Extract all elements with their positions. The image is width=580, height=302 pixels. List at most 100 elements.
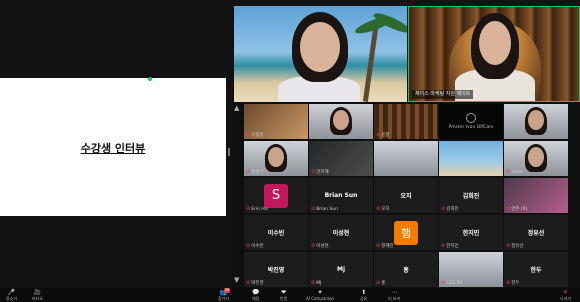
split-resize-handle[interactable] <box>228 148 230 156</box>
mic-muted-icon: ⊘ <box>246 169 251 175</box>
mic-muted-icon: ⊘ <box>506 280 511 286</box>
more-button[interactable]: ⋯ 더 보기 <box>388 289 400 301</box>
participant-count-badge: 39 <box>224 288 231 293</box>
mic-muted-icon: ⊘ <box>376 132 381 138</box>
participant-tile[interactable]: 한지민 ⊘ 한지민 <box>439 215 503 250</box>
ai-companion-icon: ✦ <box>317 289 323 296</box>
participant-tile[interactable] <box>374 141 438 176</box>
participant-face <box>528 110 544 130</box>
participant-name: 한두 <box>511 281 520 286</box>
speaker-tile-2-active[interactable]: 체이스 마케팅 지원 에이트 <box>408 6 580 102</box>
participant-label: ⊘ 박진영 <box>246 280 264 286</box>
leave-button[interactable]: ✕ 나가기 <box>560 289 571 301</box>
mute-label: 음소거 <box>6 296 18 301</box>
share-button[interactable]: ⬆ 공유 <box>360 289 367 301</box>
speaker-tile-1[interactable] <box>234 6 407 102</box>
participant-video <box>374 141 438 176</box>
participant-name-center: Brian Sun <box>324 192 358 199</box>
participant-tile[interactable]: S ⊘ Erin Ha <box>244 178 308 213</box>
participant-tile[interactable]: Mj ⊘ MJ <box>309 252 373 287</box>
participant-tile[interactable]: ⊘ esise <box>504 141 568 176</box>
participant-name-center: 홍 <box>403 267 409 274</box>
slide-title: 수강생 인터뷰 <box>80 142 146 155</box>
participant-name: 이성현 <box>316 244 329 249</box>
leave-icon: ✕ <box>563 289 569 296</box>
participant-avatar: S <box>264 183 288 208</box>
participant-label: ⊘ 한지민 <box>441 243 459 249</box>
participant-name-center: 김희진 <box>462 193 480 200</box>
participant-label: ⊘ 오지 <box>376 206 389 212</box>
participant-tile[interactable]: ⊘ 정성서 <box>244 141 308 176</box>
react-button[interactable]: ❤ 반응 <box>280 289 287 301</box>
participant-label: ⊘ 윤정 <box>376 132 389 138</box>
gallery-page-down-icon[interactable]: ▼ <box>234 276 239 284</box>
logo-icon <box>466 113 476 123</box>
participant-name: 박진영 <box>251 281 264 286</box>
gallery-page-up-icon[interactable]: ▲ <box>234 104 239 112</box>
participant-tile[interactable] <box>309 104 373 139</box>
participant-name: 이수빈 <box>251 244 264 249</box>
participant-tile[interactable]: 홍 ⊘ 홍 <box>374 252 438 287</box>
mic-muted-icon: ⊘ <box>246 132 251 138</box>
mic-muted-icon: ⊘ <box>311 243 316 249</box>
participant-tile[interactable]: Pmster Ivan ORCam <box>439 104 503 139</box>
participant-name: 정성서 <box>251 170 264 175</box>
participant-tile[interactable]: 박진영 ⊘ 박진영 <box>244 252 308 287</box>
participant-gallery: ⊘ 아침엉 ⊘ 윤정 Pmster Ivan ORCam ⊘ 정성서 ⊘ 안지혜 ⊘ esise S ⊘… <box>234 104 570 288</box>
participant-face <box>333 110 349 130</box>
mute-button[interactable]: 🎤 음소거 <box>6 289 17 301</box>
participant-tile[interactable]: 김희진 ⊘ 김희진 <box>439 178 503 213</box>
mic-muted-icon: ⊘ <box>246 243 251 249</box>
mic-muted-icon: ⊘ <box>311 169 316 175</box>
participant-label: ⊘ 홍 <box>376 280 385 286</box>
mic-muted-icon: ⊘ <box>506 206 511 212</box>
participant-tile[interactable]: ⊘ 연주 (R) <box>504 178 568 213</box>
shared-screen: 수강생 인터뷰 <box>0 6 232 288</box>
participant-label: ⊘ 이성현 <box>311 243 329 249</box>
participant-tile[interactable]: 이성현 ⊘ 이성현 <box>309 215 373 250</box>
participant-tile[interactable]: 이수빈 ⊘ 이수빈 <box>244 215 308 250</box>
shared-slide: 수강생 인터뷰 <box>0 78 226 216</box>
participant-tile[interactable]: 햄 ⊘ 정혜진 <box>374 215 438 250</box>
participant-tile[interactable]: ⊘ 아침엉 <box>244 104 308 139</box>
participant-name: Brian Sun <box>316 206 338 212</box>
participant-tile[interactable]: Brian Sun ⊘ Brian Sun <box>309 178 373 213</box>
participant-tile[interactable] <box>504 104 568 139</box>
participant-tile[interactable]: 정유선 ⊘ 정유선 <box>504 215 568 250</box>
react-label: 반응 <box>280 296 288 301</box>
participant-tile[interactable]: ⊘ 안지혜 <box>309 141 373 176</box>
video-button[interactable]: 🎥 비디오 <box>32 289 43 301</box>
mic-muted-icon: ⊘ <box>506 169 511 175</box>
participant-tile[interactable]: 한두 ⊘ 한두 <box>504 252 568 287</box>
participant-name: 한지민 <box>446 244 459 249</box>
participant-name-center: Mj <box>336 266 346 273</box>
participant-label: ⊘ 연주 (R) <box>506 206 528 212</box>
leave-label: 나가기 <box>560 296 572 301</box>
participant-avatar: 햄 <box>394 220 418 245</box>
react-icon: ❤ <box>281 289 287 296</box>
mic-muted-icon: ⊘ <box>311 206 316 212</box>
participants-button[interactable]: 👥 참가자 39 <box>218 288 231 301</box>
participant-name: 홍 <box>381 281 386 286</box>
mic-muted-icon: ⊘ <box>376 243 381 249</box>
participant-tile[interactable] <box>439 141 503 176</box>
participant-tile[interactable]: ⊘ LCG 04 <box>439 252 503 287</box>
more-icon: ⋯ <box>391 289 398 296</box>
chat-icon: 💬 <box>252 289 260 296</box>
mic-muted-icon: ⊘ <box>441 280 446 286</box>
participant-tile[interactable]: ⊘ 윤정 <box>374 104 438 139</box>
share-indicator-dot <box>148 77 152 81</box>
participant-name-center: 이수빈 <box>267 230 285 237</box>
participant-tile[interactable]: 오지 ⊘ 오지 <box>374 178 438 213</box>
share-label: 공유 <box>360 296 368 301</box>
participants-label: 참가자 <box>218 296 230 301</box>
participant-name: 정유선 <box>511 244 524 249</box>
ai-companion-button[interactable]: ✦ AI Companion <box>306 289 334 301</box>
more-label: 더 보기 <box>388 296 401 301</box>
video-icon: 🎥 <box>33 289 42 296</box>
mic-muted-icon: ⊘ <box>441 206 446 212</box>
participant-name: 안지혜 <box>316 170 329 175</box>
participant-name-center: 오지 <box>400 193 412 200</box>
chat-button[interactable]: 💬 채팅 <box>252 289 259 301</box>
mic-muted-icon: ⊘ <box>246 280 251 286</box>
